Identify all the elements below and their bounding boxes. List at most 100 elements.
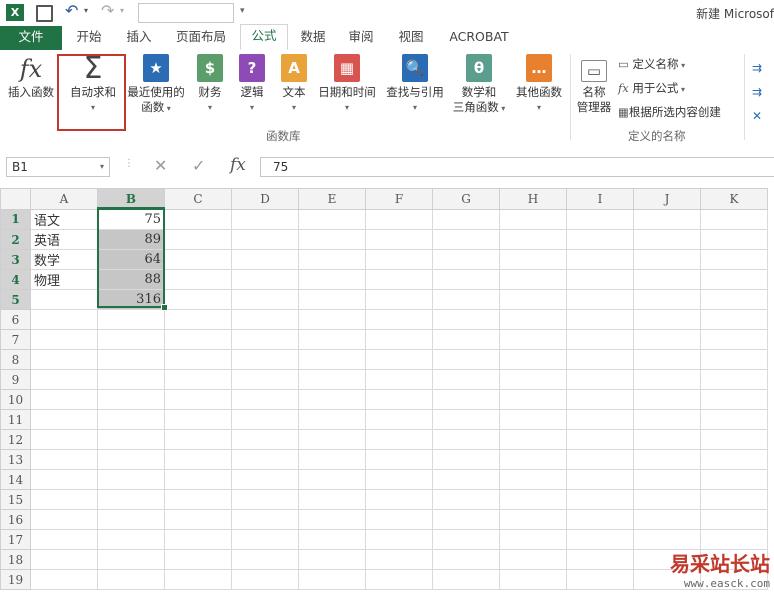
cell-a13[interactable] [30,449,98,470]
cell-a14[interactable] [30,469,98,490]
cell-b16[interactable] [97,509,165,530]
row-header[interactable]: 11 [0,409,31,430]
cell-h18[interactable] [499,549,567,570]
cell-d12[interactable] [231,429,299,450]
tab-formulas[interactable]: 公式 [240,24,288,50]
undo-dropdown-icon[interactable]: ▾ [84,6,88,15]
cell-e4[interactable] [298,269,366,290]
cell-i2[interactable] [566,229,634,250]
cell-h6[interactable] [499,309,567,330]
cell-d6[interactable] [231,309,299,330]
cell-g12[interactable] [432,429,500,450]
cell-d17[interactable] [231,529,299,550]
row-header[interactable]: 6 [0,309,31,330]
cell-b13[interactable] [97,449,165,470]
cell-d11[interactable] [231,409,299,430]
cell-c11[interactable] [164,409,232,430]
cell-b12[interactable] [97,429,165,450]
cell-i11[interactable] [566,409,634,430]
cell-c10[interactable] [164,389,232,410]
cell-d8[interactable] [231,349,299,370]
cell-f12[interactable] [365,429,433,450]
cell-i8[interactable] [566,349,634,370]
cell-a9[interactable] [30,369,98,390]
cancel-icon[interactable]: ✕ [154,156,167,175]
cell-f8[interactable] [365,349,433,370]
cell-i16[interactable] [566,509,634,530]
cell-j2[interactable] [633,229,701,250]
cell-e7[interactable] [298,329,366,350]
column-header-j[interactable]: J [633,188,701,210]
cell-f6[interactable] [365,309,433,330]
cell-d10[interactable] [231,389,299,410]
cell-h4[interactable] [499,269,567,290]
cell-g18[interactable] [432,549,500,570]
cell-a3[interactable]: 数学 [30,249,98,270]
column-header-d[interactable]: D [231,188,299,210]
cell-j6[interactable] [633,309,701,330]
row-header[interactable]: 18 [0,549,31,570]
name-box-dropdown-icon[interactable]: ▾ [100,158,104,176]
cell-g4[interactable] [432,269,500,290]
cell-h15[interactable] [499,489,567,510]
cell-j3[interactable] [633,249,701,270]
financial-button[interactable]: $ 财务 ▾ [192,54,228,115]
cell-f17[interactable] [365,529,433,550]
row-header[interactable]: 12 [0,429,31,450]
fill-handle[interactable] [161,304,168,311]
cell-k10[interactable] [700,389,768,410]
quick-access-box[interactable] [138,3,234,23]
row-header[interactable]: 17 [0,529,31,550]
cell-i9[interactable] [566,369,634,390]
cell-f4[interactable] [365,269,433,290]
cell-a18[interactable] [30,549,98,570]
cell-d13[interactable] [231,449,299,470]
cell-a7[interactable] [30,329,98,350]
cell-e9[interactable] [298,369,366,390]
row-header[interactable]: 19 [0,569,31,590]
cell-j12[interactable] [633,429,701,450]
cell-g3[interactable] [432,249,500,270]
tab-acrobat[interactable]: ACROBAT [440,26,518,50]
cell-h5[interactable] [499,289,567,310]
cell-d7[interactable] [231,329,299,350]
cell-k8[interactable] [700,349,768,370]
cell-f10[interactable] [365,389,433,410]
cell-j13[interactable] [633,449,701,470]
cell-k3[interactable] [700,249,768,270]
cell-i17[interactable] [566,529,634,550]
cell-b2[interactable]: 89 [97,229,165,250]
cell-e1[interactable] [298,208,366,230]
cell-i10[interactable] [566,389,634,410]
cell-g5[interactable] [432,289,500,310]
cell-g10[interactable] [432,389,500,410]
column-header-g[interactable]: G [432,188,500,210]
cell-k14[interactable] [700,469,768,490]
cell-b5[interactable]: 316 [97,289,165,310]
cell-i6[interactable] [566,309,634,330]
tab-review[interactable]: 审阅 [340,26,382,50]
cell-c7[interactable] [164,329,232,350]
row-header[interactable]: 4 [0,269,31,290]
cell-c5[interactable] [164,289,232,310]
cell-h12[interactable] [499,429,567,450]
cell-b18[interactable] [97,549,165,570]
insert-function-button[interactable]: fx 插入函数 [3,54,59,100]
cell-j9[interactable] [633,369,701,390]
lookup-reference-button[interactable]: 🔍 查找与引用 ▾ [382,54,448,115]
row-header[interactable]: 2 [0,229,31,250]
cell-e16[interactable] [298,509,366,530]
cell-j17[interactable] [633,529,701,550]
cell-f16[interactable] [365,509,433,530]
column-header-e[interactable]: E [298,188,366,210]
cell-j15[interactable] [633,489,701,510]
cell-k7[interactable] [700,329,768,350]
cell-c3[interactable] [164,249,232,270]
undo-icon[interactable]: ↶ [65,1,78,20]
column-header-i[interactable]: I [566,188,634,210]
cell-c14[interactable] [164,469,232,490]
cell-c1[interactable] [164,208,232,230]
cell-e5[interactable] [298,289,366,310]
math-trig-button[interactable]: θ 数学和 三角函数 ▾ [448,54,510,116]
row-header[interactable]: 5 [0,289,31,310]
